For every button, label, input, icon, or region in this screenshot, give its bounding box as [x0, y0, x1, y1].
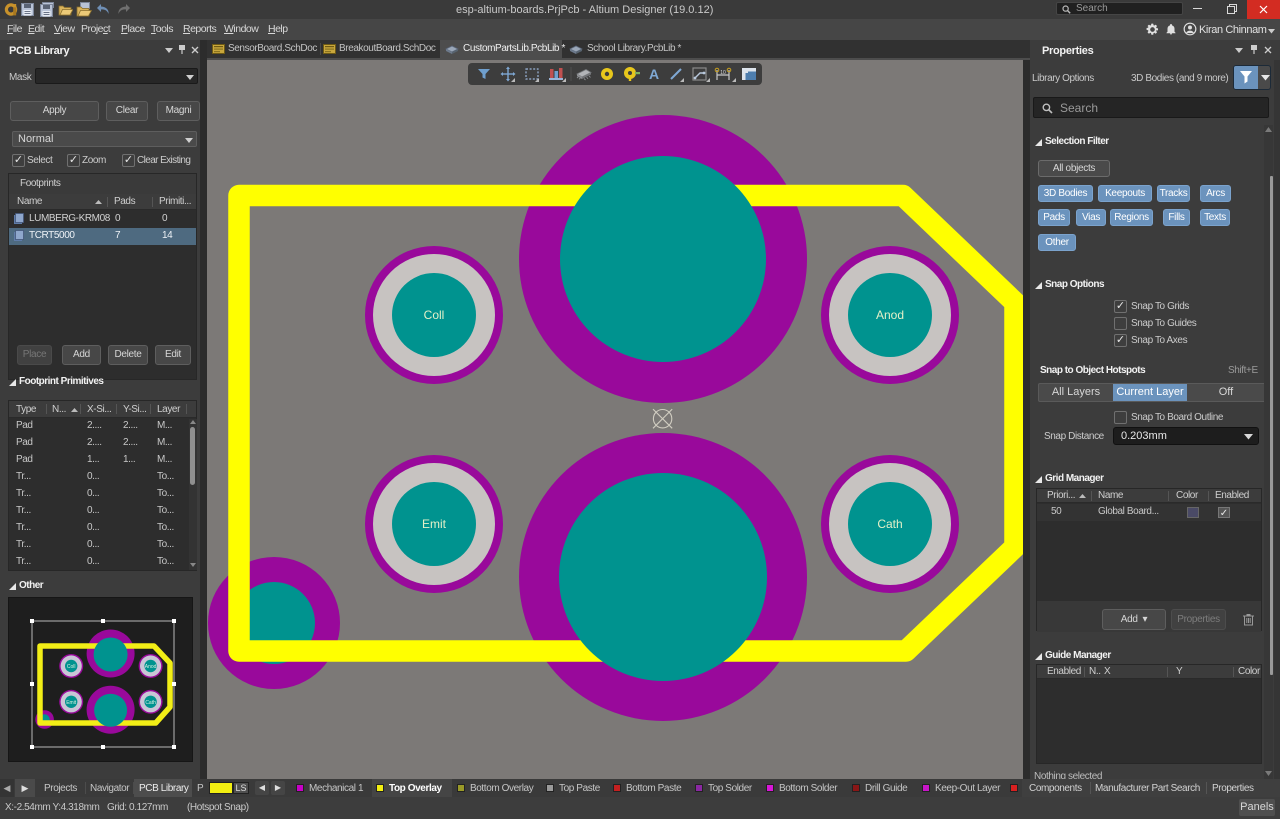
svg-text:Emit: Emit: [422, 517, 447, 531]
svg-text:Anod: Anod: [876, 308, 904, 322]
svg-text:A: A: [649, 66, 659, 82]
svg-text:Emit: Emit: [66, 700, 77, 706]
svg-text:Anod: Anod: [145, 664, 157, 670]
svg-text:10: 10: [720, 70, 726, 76]
svg-text:Cath: Cath: [145, 700, 156, 706]
svg-text:Cath: Cath: [877, 517, 902, 531]
svg-text:Coll: Coll: [424, 308, 445, 322]
svg-text:Coll: Coll: [67, 664, 76, 670]
